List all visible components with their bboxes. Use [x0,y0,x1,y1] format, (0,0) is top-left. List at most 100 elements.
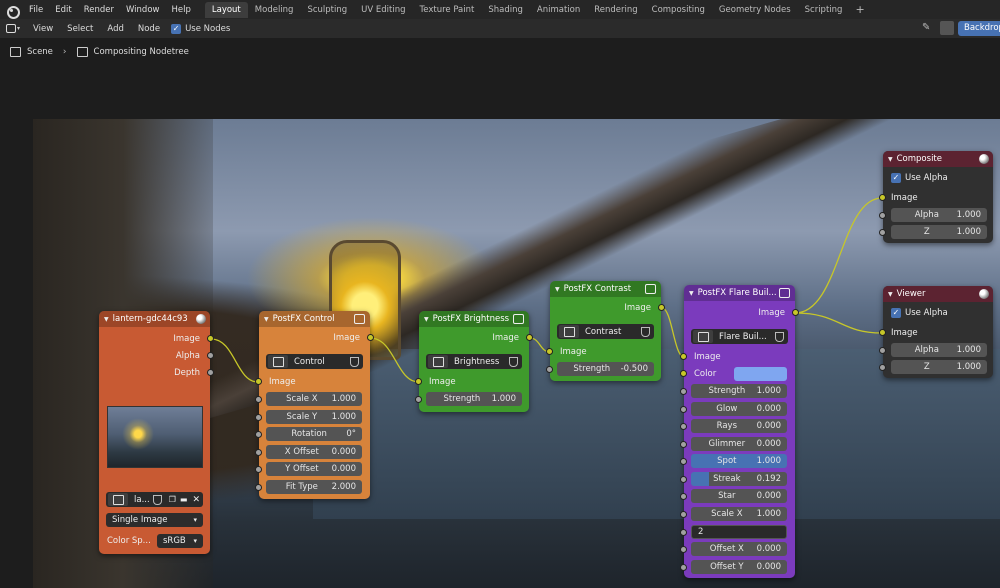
spot-input-socket[interactable] [680,458,687,465]
offset-x-input-socket[interactable] [680,546,687,553]
scale-x-field[interactable]: Scale X 1.000 [266,392,362,406]
preview-sphere-icon[interactable] [979,289,989,299]
scale-y-field[interactable]: Scale Y 1.000 [266,409,362,424]
menu-window[interactable]: Window [120,5,166,15]
scale-x-input-socket[interactable] [255,396,262,403]
rays-input-socket[interactable] [680,423,687,430]
tab-scripting[interactable]: Scripting [798,2,850,18]
contrast-group-selector[interactable]: Contrast [557,324,654,339]
tab-shading[interactable]: Shading [481,2,530,18]
use-nodes-toggle[interactable]: ✓ Use Nodes [167,23,230,34]
viewer-z-field[interactable]: Z 1.000 [891,360,987,374]
viewer-node-header[interactable]: ▼ Viewer [883,286,993,302]
color-swatch[interactable] [734,367,787,381]
brightness-strength-field[interactable]: Strength 1.000 [426,392,522,406]
colorspace-dropdown[interactable]: sRGB ▾ [157,534,203,548]
node-group-icon[interactable] [354,314,365,324]
postfx-flare-node[interactable]: ▼ PostFX Flare Buil... Image Flare Buil.… [680,285,799,578]
duplicate-icon[interactable]: ❐ [169,495,176,504]
brightness-group-selector[interactable]: Brightness [426,354,522,369]
collapse-icon[interactable]: ▼ [264,316,269,323]
menu-view[interactable]: View [26,24,60,34]
collapse-icon[interactable]: ▼ [424,316,429,323]
tab-animation[interactable]: Animation [530,2,587,18]
viewer-image-socket[interactable] [879,329,886,336]
preview-sphere-icon[interactable] [196,314,206,324]
use-alpha-checkbox[interactable]: ✓ [891,307,901,318]
strength-field[interactable]: Strength 1.000 [691,384,787,398]
x-offset-input-socket[interactable] [255,448,262,456]
flare-group-selector[interactable]: Flare Buil... [691,329,788,344]
y-offset-input-socket[interactable] [255,466,262,473]
viewer-z-socket[interactable] [879,364,886,371]
strength-input-socket[interactable] [546,366,553,373]
composite-alpha-socket[interactable] [879,212,886,219]
node-tree-browse-icon[interactable] [428,355,448,368]
scale-x-field[interactable]: Scale X 1.000 [691,506,787,521]
control-input-socket[interactable] [255,378,262,385]
alpha-output-socket[interactable] [207,352,214,359]
brightness-node-header[interactable]: ▼ PostFX Brightness [419,311,529,327]
pin-icon[interactable]: ✎ [922,22,934,34]
group-name[interactable]: Contrast [579,327,638,337]
node-group-icon[interactable] [513,314,524,324]
folder-icon[interactable]: ▬ [180,495,188,504]
add-workspace-button[interactable]: + [849,3,870,16]
use-alpha-checkbox[interactable]: ✓ [891,172,901,183]
use-nodes-checkbox[interactable]: ✓ [171,23,182,34]
viewer-node[interactable]: ▼ Viewer ✓ Use Alpha Image Alpha 1.000 Z… [879,286,993,378]
composite-image-socket[interactable] [879,194,886,201]
menu-node[interactable]: Node [131,24,167,34]
contrast-input-socket[interactable] [546,348,553,355]
composite-node-header[interactable]: ▼ Composite [883,151,993,167]
fit-type-input-socket[interactable] [255,483,262,491]
viewer-alpha-socket[interactable] [879,347,886,354]
contrast-output-socket[interactable] [658,304,665,311]
backdrop-icon[interactable] [940,21,954,35]
scale-x-input-socket[interactable] [680,510,687,518]
composite-use-alpha[interactable]: ✓ Use Alpha [891,170,948,185]
node-tree-browse-icon[interactable] [693,330,713,343]
editor-type-button[interactable]: ▾ [4,22,26,36]
tab-layout[interactable]: Layout [204,1,248,18]
star-field[interactable]: Star 0.000 [691,489,787,503]
fake-user-icon[interactable] [347,355,361,368]
streak-field[interactable]: Streak 0.192 [691,471,787,486]
image-output-socket[interactable] [207,335,214,342]
fit-type-field[interactable]: Fit Type 2.000 [266,479,362,494]
composite-alpha-field[interactable]: Alpha 1.000 [891,208,987,222]
postfx-control-node[interactable]: ▼ PostFX Control Image Control Image Sca… [255,311,374,499]
offset-y-input-socket[interactable] [680,563,687,571]
tab-compositing[interactable]: Compositing [645,2,712,18]
blender-logo-icon[interactable] [4,3,20,19]
node-group-icon[interactable] [779,288,790,298]
node-tree-browse-icon[interactable] [268,355,288,368]
y-offset-field[interactable]: Y Offset 0.000 [266,462,362,476]
menu-render[interactable]: Render [78,5,120,15]
node-group-icon[interactable] [645,284,656,294]
menu-edit[interactable]: Edit [49,5,77,15]
fake-user-icon[interactable] [772,330,786,343]
strength-input-socket[interactable] [680,388,687,395]
image-node[interactable]: ▼ lantern-gdc44c93 Image Alpha Depth la.… [99,311,214,554]
flare-input-socket[interactable] [680,353,687,360]
tab-rendering[interactable]: Rendering [587,2,644,18]
fake-user-icon[interactable] [638,325,652,338]
editing-value-text[interactable]: 2 [698,527,703,537]
fake-user-icon[interactable] [151,493,165,506]
node-tree-browse-icon[interactable] [559,325,579,338]
offset-x-field[interactable]: Offset X 0.000 [691,542,787,556]
fake-user-icon[interactable] [506,355,520,368]
control-group-selector[interactable]: Control [266,354,363,369]
offset-y-field[interactable]: Offset Y 0.000 [691,559,787,574]
star-input-socket[interactable] [680,493,687,500]
glow-input-socket[interactable] [680,405,687,413]
glimmer-input-socket[interactable] [680,440,687,448]
viewer-use-alpha[interactable]: ✓ Use Alpha [891,305,948,320]
color-input-socket[interactable] [680,370,687,377]
strength-input-socket[interactable] [415,396,422,403]
flare-node-header[interactable]: ▼ PostFX Flare Buil... [684,285,795,301]
preview-sphere-icon[interactable] [979,154,989,164]
group-name[interactable]: Flare Buil... [713,332,772,342]
glow-field[interactable]: Glow 0.000 [691,401,787,416]
